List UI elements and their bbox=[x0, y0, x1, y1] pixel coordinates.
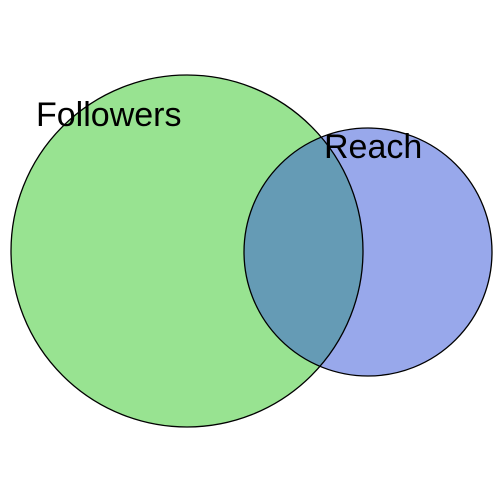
venn-diagram: Followers Reach bbox=[10, 74, 493, 428]
reach-label: Reach bbox=[324, 128, 422, 166]
followers-label: Followers bbox=[36, 96, 181, 134]
